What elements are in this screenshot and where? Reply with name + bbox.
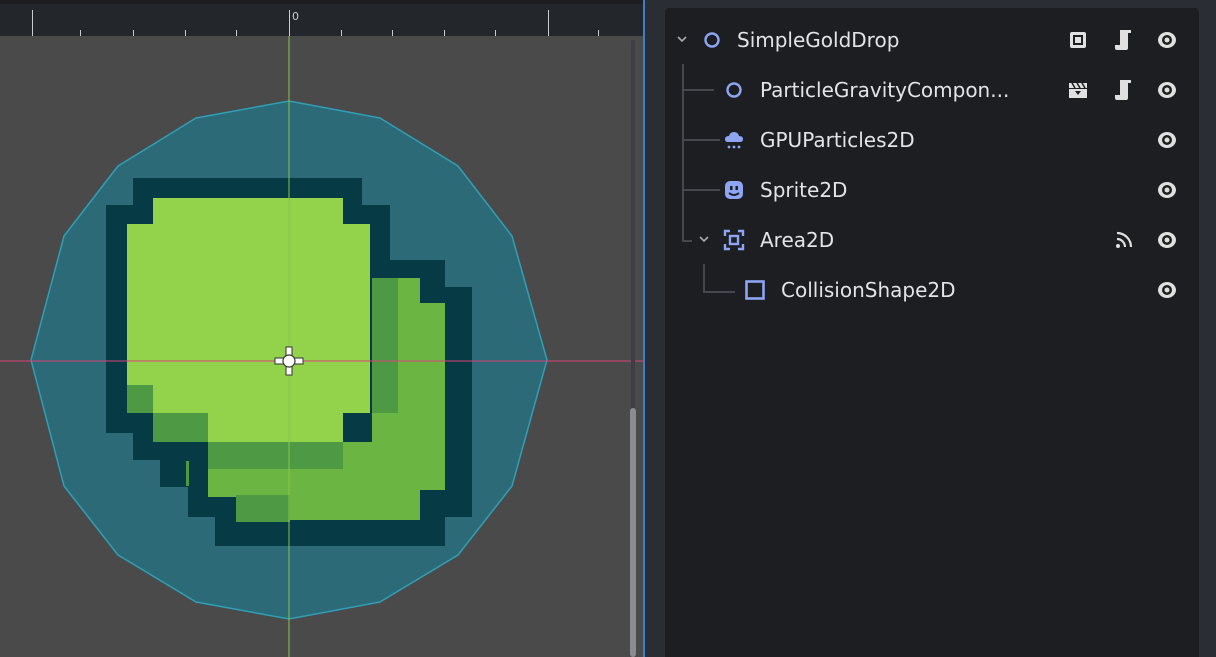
scene-tree-dock: SimpleGoldDrop ParticleGravityCompon...: [665, 8, 1199, 657]
tree-item-particle-gravity-component[interactable]: ParticleGravityCompon...: [665, 68, 1199, 112]
signal-icon[interactable]: [1112, 228, 1136, 252]
tree-item-collisionshape2d[interactable]: CollisionShape2D: [665, 268, 1199, 312]
tree-item-area2d[interactable]: Area2D: [665, 218, 1199, 262]
visibility-eye-icon[interactable]: [1155, 228, 1179, 252]
visibility-eye-icon[interactable]: [1155, 78, 1179, 102]
chevron-down-icon[interactable]: [675, 33, 689, 47]
canvas-viewport[interactable]: 0: [0, 0, 645, 657]
node-name-label: GPUParticles2D: [760, 128, 915, 152]
visibility-eye-icon[interactable]: [1155, 178, 1179, 202]
area2d-icon: [723, 229, 745, 251]
node-name-label: CollisionShape2D: [781, 278, 956, 302]
sprite-face-icon: [723, 179, 745, 201]
sprite-main-blob: [127, 198, 370, 442]
clapperboard-icon[interactable]: [1066, 78, 1090, 102]
scrollbar-thumb[interactable]: [630, 408, 636, 657]
node-name-label: Sprite2D: [760, 178, 848, 202]
vertical-scrollbar[interactable]: [628, 36, 638, 657]
node-circle-icon: [701, 29, 723, 51]
visibility-eye-icon[interactable]: [1155, 278, 1179, 302]
node-name-label: SimpleGoldDrop: [737, 28, 900, 52]
dock-edge: [1199, 0, 1216, 657]
node-circle-icon: [723, 79, 745, 101]
script-icon[interactable]: [1112, 78, 1136, 102]
chevron-down-icon[interactable]: [697, 233, 711, 247]
collision-shape-icon: [744, 279, 766, 301]
tree-item-simplegolddrop[interactable]: SimpleGoldDrop: [665, 18, 1199, 62]
node-name-label: Area2D: [760, 228, 835, 252]
visibility-eye-icon[interactable]: [1155, 128, 1179, 152]
tree-item-gpuparticles2d[interactable]: GPUParticles2D: [665, 118, 1199, 162]
node-name-label: ParticleGravityCompon...: [760, 78, 1010, 102]
particles-cloud-icon: [723, 129, 745, 151]
panel-gap: [645, 0, 665, 657]
scene-canvas[interactable]: [0, 0, 643, 657]
instance-icon[interactable]: [1066, 28, 1090, 52]
tree-item-sprite2d[interactable]: Sprite2D: [665, 168, 1199, 212]
visibility-eye-icon[interactable]: [1155, 28, 1179, 52]
script-icon[interactable]: [1112, 28, 1136, 52]
